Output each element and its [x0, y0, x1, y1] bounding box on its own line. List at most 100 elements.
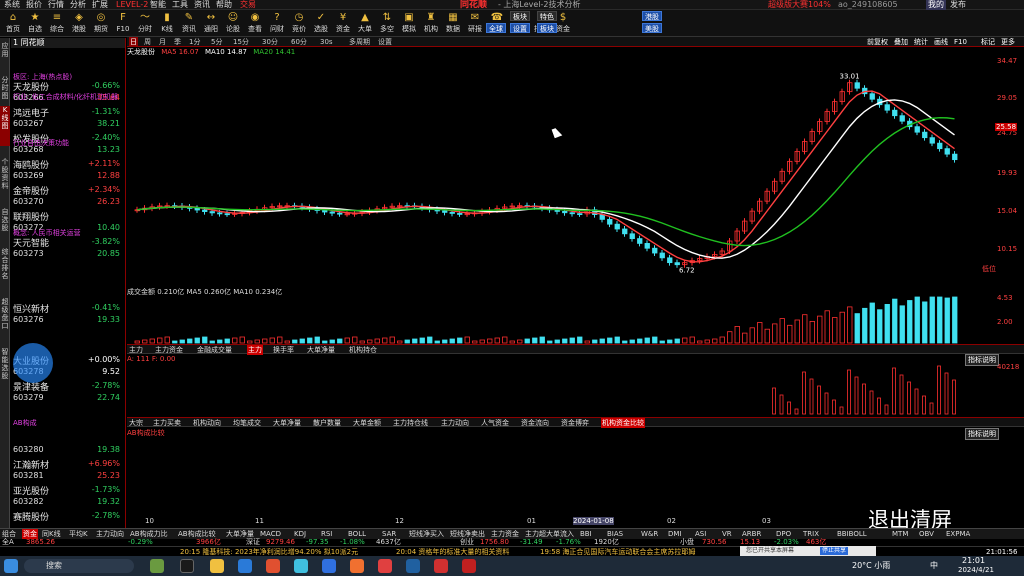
app-icon-5[interactable] — [406, 559, 420, 573]
vtab-ranking[interactable]: 综合排名 — [0, 248, 10, 280]
app-icon-3[interactable] — [350, 559, 364, 573]
mid-button-3[interactable]: 板块 — [537, 23, 557, 33]
mid-button-1[interactable]: 特色 — [537, 11, 557, 21]
vtab-watchlist[interactable]: 自选股 — [0, 208, 10, 232]
watchlist-row[interactable]: 亚光股份 -1.73% 603282 19.32 — [11, 482, 125, 508]
period-tab-3[interactable]: 季 — [174, 37, 181, 47]
panel3-tab-9[interactable]: 人气资金 — [481, 418, 509, 428]
toolbar-button-4[interactable]: ◎ 期货 — [90, 11, 112, 36]
app-icon-4[interactable] — [378, 559, 392, 573]
panel3-tab-4[interactable]: 大单净量 — [273, 418, 301, 428]
period-tab-1[interactable]: 周 — [144, 37, 151, 47]
toolbar-button-7[interactable]: ▮ K线 — [156, 11, 178, 36]
toolbar-button-20[interactable]: ▦ 数据 — [442, 11, 464, 36]
task-view-icon[interactable] — [180, 559, 194, 573]
toolbar-button-6[interactable]: 〜分时 — [134, 11, 156, 36]
vtab-profile[interactable]: 个股资料 — [0, 158, 10, 190]
my-button[interactable]: 我的 — [926, 0, 946, 10]
watchlist-row[interactable]: 海鸥股份 +2.11% 603269 12.88 — [11, 156, 125, 182]
menu-market[interactable]: 行情 — [48, 0, 64, 10]
period-tab-5[interactable]: 5分 — [211, 37, 222, 47]
panel3-tab-7[interactable]: 主力持仓线 — [393, 418, 428, 428]
vtab-timeshare[interactable]: 分时图 — [0, 76, 10, 100]
panel3-tab-1[interactable]: 主力买卖 — [153, 418, 181, 428]
menu-extend[interactable]: 扩展 — [92, 0, 108, 10]
vtab-smart-select[interactable]: 智能选股 — [0, 348, 10, 380]
panel3-tab-2[interactable]: 机构动向 — [193, 418, 221, 428]
toolbar-button-12[interactable]: ? 问财 — [266, 11, 288, 36]
menu-quote[interactable]: 报价 — [26, 0, 42, 10]
file-explorer-icon[interactable] — [210, 559, 224, 573]
vtab-super-board[interactable]: 超级盘口 — [0, 298, 10, 330]
period-tab-2[interactable]: 月 — [159, 37, 166, 47]
publish-button[interactable]: 发布 — [950, 0, 966, 10]
tonghuashun-icon[interactable] — [462, 559, 476, 573]
toolbar-button-2[interactable]: ≡ 综合 — [46, 11, 68, 36]
chart-tool-3[interactable]: 画线 — [934, 37, 948, 47]
panel3-tab-10[interactable]: 资金流向 — [521, 418, 549, 428]
chart-tool-4[interactable]: F10 — [954, 37, 967, 47]
mid-button-4[interactable]: 全球 — [486, 23, 506, 33]
panel3-tab-11[interactable]: 资金博弈 — [561, 418, 589, 428]
watchlist-row[interactable]: 金帝股份 +2.34% 603270 26.23 — [11, 182, 125, 208]
toolbar-button-18[interactable]: ▣ 模拟 — [398, 11, 420, 36]
period-tab-6[interactable]: 15分 — [233, 37, 249, 47]
chrome-icon[interactable] — [266, 559, 280, 573]
mid-button-2[interactable]: 设置 — [510, 23, 530, 33]
watchlist-row[interactable]: 603280 19.38 — [11, 430, 125, 456]
vtab-kline[interactable]: K线图 — [0, 106, 10, 146]
mid-button-5[interactable]: 港股 — [642, 11, 662, 21]
period-tab-8[interactable]: 60分 — [291, 37, 307, 47]
watchlist-row[interactable]: 鸿远电子 -1.31% 603267 38.21 — [11, 104, 125, 130]
toolbar-button-13[interactable]: ◷ 竞价 — [288, 11, 310, 36]
chart-tool-1[interactable]: 叠加 — [894, 37, 908, 47]
widget-icon[interactable] — [150, 559, 164, 573]
mid-button-6[interactable]: 美股 — [642, 23, 662, 33]
watchlist-row[interactable]: 赛腾股份 -2.78% — [11, 508, 125, 528]
toolbar-button-8[interactable]: ✎ 资讯 — [178, 11, 200, 36]
weather[interactable]: 20°C 小雨 — [852, 560, 890, 571]
taskbar-date[interactable]: 2024/4/21 — [958, 566, 994, 574]
toolbar-button-1[interactable]: ★ 自选 — [24, 11, 46, 36]
toolbar-button-9[interactable]: ↔ 通阳 — [200, 11, 222, 36]
panel3-tab-3[interactable]: 均笔成交 — [233, 418, 261, 428]
stop-share-button[interactable]: 停止共享 — [820, 547, 849, 555]
menu-level2[interactable]: LEVEL-2 — [116, 0, 148, 10]
toolbar-button-14[interactable]: ✓ 选股 — [310, 11, 332, 36]
period-tab-7[interactable]: 30分 — [262, 37, 278, 47]
menu-system[interactable]: 系统 — [4, 0, 20, 10]
toolbar-button-3[interactable]: ◈ 港股 — [68, 11, 90, 36]
toolbar-button-17[interactable]: ⇅ 多空 — [376, 11, 398, 36]
toolbar-button-11[interactable]: ◉ 查看 — [244, 11, 266, 36]
menu-smart[interactable]: 智能 — [150, 0, 166, 10]
menu-help[interactable]: 帮助 — [216, 0, 232, 10]
toolbar-button-0[interactable]: ⌂ 首页 — [2, 11, 24, 36]
chart-tool-5[interactable]: 标记 — [981, 37, 995, 47]
panel3-tab-6[interactable]: 大单金额 — [353, 418, 381, 428]
toolbar-button-21[interactable]: ✉ 研报 — [464, 11, 486, 36]
period-tab-10[interactable]: 多周期 — [349, 37, 370, 47]
menu-trade[interactable]: 交易 — [240, 0, 256, 10]
panel3-tab-12[interactable]: 机构资金比较 — [601, 418, 645, 428]
watchlist-row[interactable]: 恒兴新材 -0.41% 603276 19.33 — [11, 300, 125, 326]
period-tab-0[interactable]: 日 — [129, 37, 138, 47]
panel3-hint-button[interactable]: 指标说明 — [965, 428, 999, 440]
volume-chart[interactable] — [127, 295, 997, 345]
mid-button-0[interactable]: 板块 — [510, 11, 530, 21]
period-tab-11[interactable]: 设置 — [378, 37, 392, 47]
period-tab-9[interactable]: 30s — [320, 37, 333, 47]
menu-tools[interactable]: 工具 — [172, 0, 188, 10]
watchlist-row[interactable]: 江瀚新材 +6.96% 603281 25.23 — [11, 456, 125, 482]
menu-analysis[interactable]: 分析 — [70, 0, 86, 10]
chart-tool-6[interactable]: 更多 — [1001, 37, 1015, 47]
app-icon-2[interactable] — [322, 559, 336, 573]
toolbar-button-10[interactable]: ☺ 论股 — [222, 11, 244, 36]
panel3-tab-5[interactable]: 散户数量 — [313, 418, 341, 428]
panel3-tab-0[interactable]: 大宗 — [129, 418, 143, 428]
ime-indicator[interactable]: 中 — [930, 560, 938, 571]
menu-news[interactable]: 资讯 — [194, 0, 210, 10]
toolbar-button-5[interactable]: F F10 — [112, 11, 134, 36]
app-icon-1[interactable] — [294, 559, 308, 573]
toolbar-button-16[interactable]: ▲ 大单 — [354, 11, 376, 36]
taskbar-time[interactable]: 21:01 — [962, 556, 985, 565]
